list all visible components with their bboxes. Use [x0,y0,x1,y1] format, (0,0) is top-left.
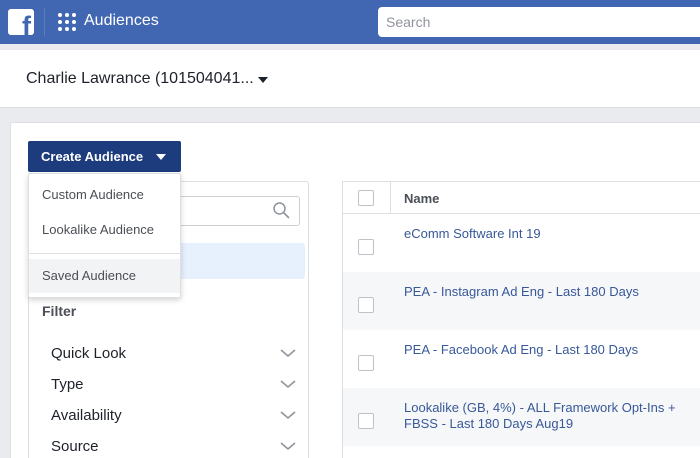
table-row[interactable]: PEA - Instagram Ad Eng - Last 180 Days [343,272,700,330]
audience-name-link[interactable]: PEA - Instagram Ad Eng - Last 180 Days [404,284,694,300]
select-all-checkbox[interactable] [358,190,374,206]
table-row[interactable]: eComm Software Int 19 [343,214,700,272]
search-input[interactable] [378,7,700,37]
row-checkbox[interactable] [358,297,374,313]
column-divider [390,182,391,214]
row-checkbox[interactable] [358,413,374,429]
caret-down-icon[interactable] [258,77,268,83]
app-title[interactable]: Audiences [84,11,159,31]
chevron-down-icon [280,349,296,358]
filter-type[interactable]: Type [51,374,301,396]
facebook-logo-icon[interactable]: f [8,9,34,35]
row-checkbox[interactable] [358,355,374,371]
create-audience-label: Create Audience [41,149,144,164]
menu-item-lookalike-audience[interactable]: Lookalike Audience [29,213,180,247]
audience-name-link[interactable]: eComm Software Int 19 [404,226,694,242]
filter-label: Availability [51,407,122,424]
account-bar: Charlie Lawrance (101504041... [0,50,700,108]
facebook-logo-letter: f [22,11,31,36]
menu-separator [29,253,180,254]
chevron-down-icon [280,442,296,451]
filter-availability[interactable]: Availability [51,405,301,427]
filter-source[interactable]: Source [51,436,301,458]
selected-filter-row[interactable] [175,243,305,279]
filter-label: Type [51,376,84,393]
chevron-down-icon [280,380,296,389]
audience-name-link[interactable]: PEA - Facebook Ad Eng - Last 180 Days [404,342,694,358]
account-selector[interactable]: Charlie Lawrance (101504041... [26,70,254,88]
filter-title: Filter [42,303,77,319]
audience-table: Name eComm Software Int 19 PEA - Instagr… [342,181,700,458]
table-row[interactable]: Lookalike (GB, 4%) - ALL Framework Opt-I… [343,388,700,446]
table-header: Name [343,182,700,214]
table-row[interactable]: PEA - Facebook Ad Eng - Last 180 Days [343,330,700,388]
filter-quick-look[interactable]: Quick Look [51,343,301,365]
menu-item-custom-audience[interactable]: Custom Audience [29,178,180,212]
caret-down-icon [156,154,166,160]
create-audience-menu: Custom Audience Lookalike Audience Saved… [28,173,181,298]
filter-label: Quick Look [51,345,127,362]
column-header-name[interactable]: Name [404,191,439,206]
header-divider [44,8,45,36]
filter-label: Source [51,438,99,455]
apps-grid-icon[interactable] [58,13,76,31]
search-icon[interactable] [272,201,290,219]
menu-item-saved-audience[interactable]: Saved Audience [29,259,180,293]
audience-name-link[interactable]: Lookalike (GB, 4%) - ALL Framework Opt-I… [404,400,694,432]
row-checkbox[interactable] [358,239,374,255]
create-audience-button[interactable]: Create Audience [28,141,181,172]
chevron-down-icon [280,411,296,420]
